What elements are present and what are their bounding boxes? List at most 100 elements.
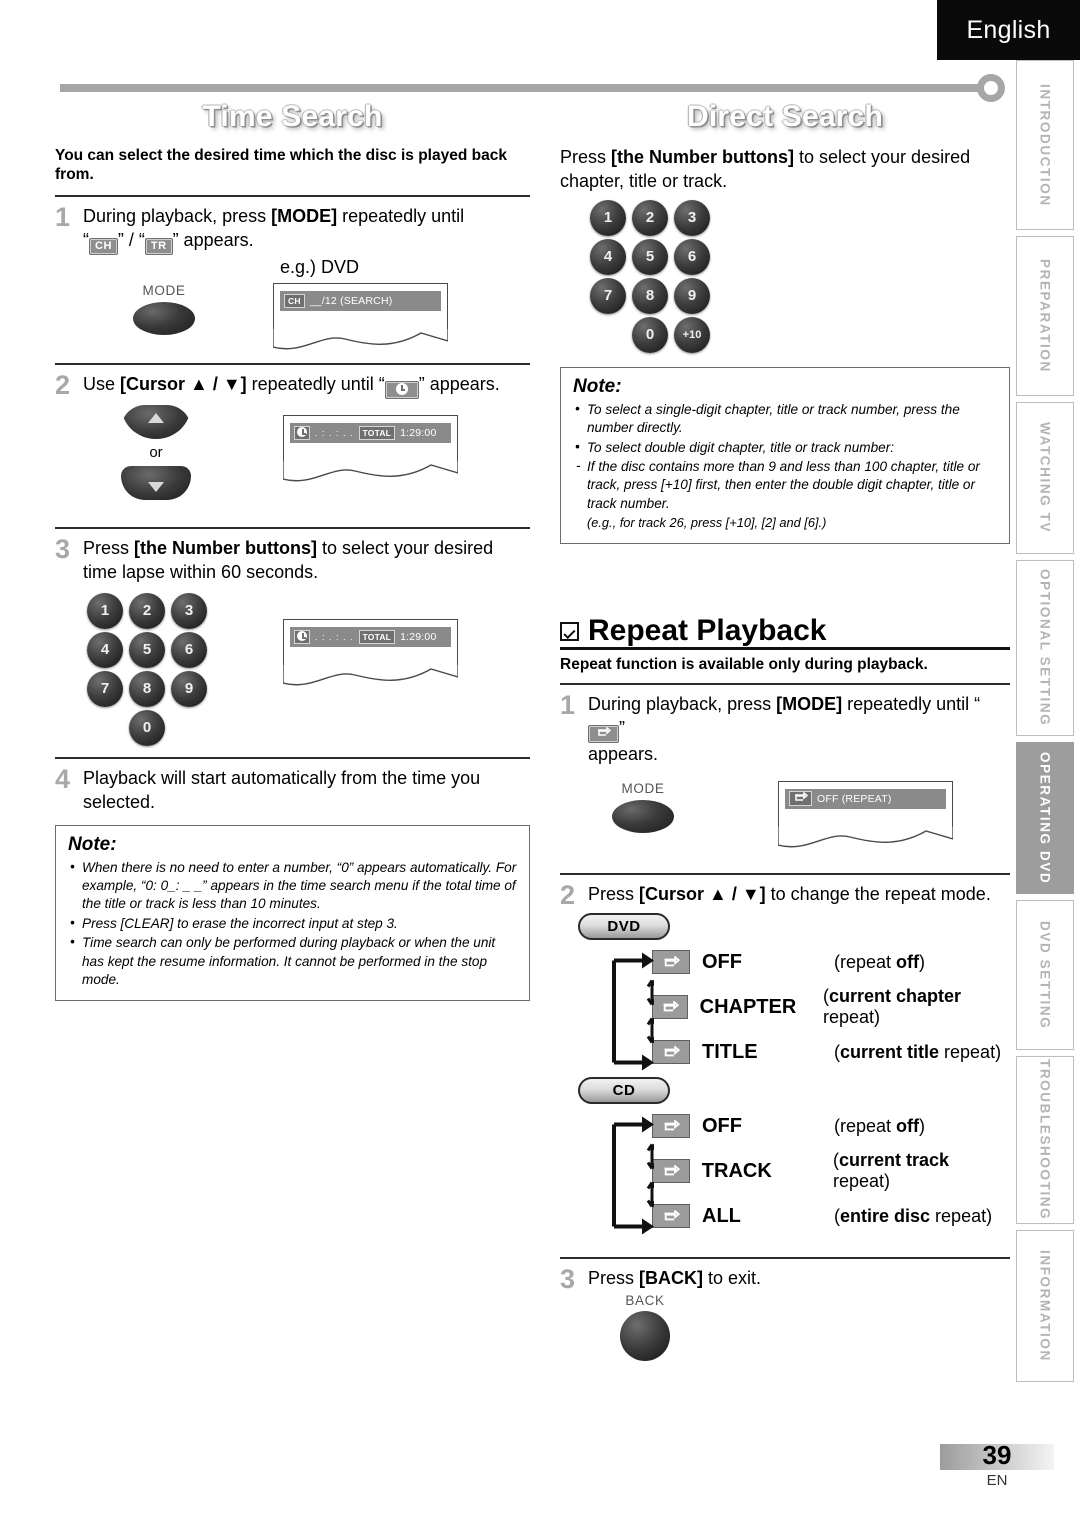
- side-tab-operating-dvd[interactable]: OPERATING DVD: [1016, 742, 1074, 894]
- back-button[interactable]: [620, 1311, 670, 1362]
- mode-button[interactable]: [612, 799, 674, 833]
- flow-row: OFF (repeat off): [652, 940, 1010, 985]
- key-3[interactable]: 3: [171, 592, 207, 629]
- flow-arrows-icon: [612, 1116, 654, 1235]
- key-7[interactable]: 7: [87, 670, 123, 707]
- key-6[interactable]: 6: [674, 238, 710, 275]
- repeat-playback-heading: Repeat Playback: [560, 616, 1010, 651]
- step-text-key: [MODE]: [271, 205, 338, 226]
- side-tab-troubleshooting[interactable]: TROUBLESHOOTING: [1016, 1056, 1074, 1224]
- torn-edge-icon: [283, 461, 458, 482]
- note-item: If the disc contains more than 9 and les…: [573, 457, 997, 513]
- intro-key: [the Number buttons]: [611, 147, 794, 167]
- intro-part: chapter, title or track.: [560, 170, 728, 191]
- side-tab-label: OPTIONAL SETTING: [1037, 569, 1053, 727]
- step-text-key: [BACK]: [639, 1267, 703, 1288]
- desc-post: ): [919, 1115, 926, 1136]
- side-tab-watching-tv[interactable]: WATCHING TV: [1016, 402, 1074, 554]
- side-tab-label: PREPARATION: [1037, 259, 1053, 373]
- key-9[interactable]: 9: [674, 277, 710, 314]
- flow-desc: (repeat off): [834, 1116, 925, 1137]
- flow-arrows-icon: [612, 952, 654, 1071]
- repeat-step-2: 2 Press [Cursor ▲ / ▼] to change the rep…: [560, 872, 1010, 1239]
- left-column: Time Search You can select the desired t…: [55, 100, 530, 1002]
- step-text-part: During playback, press: [83, 205, 272, 226]
- osd-bar: CH __/12 (SEARCH): [280, 290, 441, 311]
- time-search-step-4: 4 Playback will start automatically from…: [55, 756, 530, 815]
- note-item-text: If the disc contains more than 9 and les…: [587, 458, 980, 511]
- cursor-down-button[interactable]: [121, 466, 191, 501]
- time-search-lede: You can select the desired time which th…: [55, 147, 507, 184]
- key-4[interactable]: 4: [87, 631, 123, 668]
- intro-part: Press: [560, 147, 612, 167]
- side-tab-introduction[interactable]: INTRODUCTION: [1016, 60, 1074, 230]
- step-text-part: During playback, press: [588, 693, 777, 714]
- osd-tr-icon: TR: [144, 237, 173, 255]
- flow-row: OFF (repeat off): [652, 1104, 1010, 1149]
- key-4[interactable]: 4: [590, 238, 626, 275]
- mode-button[interactable]: [133, 301, 195, 335]
- step-number: 2: [55, 369, 71, 400]
- step-number: 3: [55, 534, 71, 565]
- key-6[interactable]: 6: [171, 631, 207, 668]
- step-text-part: Press: [588, 1267, 640, 1288]
- step-text-part: time lapse within 60 seconds.: [83, 561, 319, 582]
- step-text-part: Playback will start automatically from t…: [83, 767, 481, 788]
- desc-post: ): [919, 951, 926, 972]
- step-text-part: ” appears.: [172, 229, 254, 250]
- back-button-label: BACK: [625, 1293, 665, 1309]
- key-0[interactable]: 0: [129, 709, 165, 746]
- key-plus-10[interactable]: +10: [674, 316, 710, 353]
- key-5[interactable]: 5: [632, 238, 668, 275]
- key-3[interactable]: 3: [674, 199, 710, 236]
- mode-button-label: MODE: [621, 780, 665, 796]
- direct-search-intro: Press [the Number buttons] to select you…: [560, 146, 1010, 194]
- step-text-part: appears.: [588, 743, 659, 764]
- step-text: Press [BACK] to exit.: [588, 1265, 761, 1291]
- cursor-buttons-group[interactable]: or: [121, 405, 191, 501]
- key-8[interactable]: 8: [632, 277, 668, 314]
- disc-pill-label: CD: [612, 1081, 636, 1099]
- key-0[interactable]: 0: [632, 316, 668, 353]
- time-search-banner: Time Search: [202, 100, 383, 133]
- key-blank: [171, 710, 207, 746]
- time-search-step-2: 2 Use [Cursor ▲ / ▼] repeatedly until “ ”…: [55, 362, 530, 521]
- step-text-part: Press: [83, 538, 135, 559]
- step-text-key: [MODE]: [776, 693, 843, 714]
- key-1[interactable]: 1: [87, 592, 123, 629]
- key-1[interactable]: 1: [590, 199, 626, 236]
- key-2[interactable]: 2: [129, 592, 165, 629]
- osd-repeat-icon: [789, 791, 812, 807]
- side-tab-dvd-setting[interactable]: DVD SETTING: [1016, 900, 1074, 1050]
- osd-ch-icon: CH: [284, 293, 305, 308]
- side-tab-optional-setting[interactable]: OPTIONAL SETTING: [1016, 560, 1074, 736]
- header-knob-icon: [977, 74, 1005, 102]
- repeat-icon: [652, 995, 688, 1020]
- note-item: To select a single-digit chapter, title …: [573, 400, 997, 438]
- cursor-up-button[interactable]: [121, 405, 191, 440]
- osd-time-placeholder: . : . : . .: [315, 428, 354, 439]
- note-item: Time search can only be performed during…: [68, 933, 517, 989]
- repeat-icon: [652, 950, 690, 975]
- key-2[interactable]: 2: [632, 199, 668, 236]
- note-item: (e.g., for track 26, press [+10], [2] an…: [573, 514, 997, 532]
- step-text-part: repeatedly until “: [842, 693, 981, 714]
- right-column: Direct Search Press [the Number buttons]…: [560, 100, 1010, 1362]
- back-button-group[interactable]: BACK: [612, 1293, 678, 1362]
- side-tab-information[interactable]: INFORMATION: [1016, 1230, 1074, 1382]
- key-8[interactable]: 8: [129, 670, 165, 707]
- direct-search-keypad[interactable]: 1 2 3 4 5 6 7 8 9 0 +10: [590, 199, 1010, 353]
- key-9[interactable]: 9: [171, 670, 207, 707]
- key-7[interactable]: 7: [590, 277, 626, 314]
- header-rule: [60, 84, 978, 92]
- osd-total-time: 1:29:00: [400, 427, 437, 440]
- number-keypad[interactable]: 1 2 3 4 5 6 7 8 9 0: [87, 592, 213, 746]
- side-tab-strip: INTRODUCTION PREPARATION WATCHING TV OPT…: [1016, 60, 1078, 1388]
- osd-ch-icon: CH: [89, 237, 118, 255]
- key-5[interactable]: 5: [129, 631, 165, 668]
- side-tab-preparation[interactable]: PREPARATION: [1016, 236, 1074, 396]
- mode-button-group[interactable]: MODE: [612, 781, 674, 833]
- desc-bold: current title: [840, 1041, 940, 1062]
- step-text-key: [Cursor ▲ / ▼]: [120, 373, 247, 394]
- mode-button-group[interactable]: MODE: [133, 283, 195, 335]
